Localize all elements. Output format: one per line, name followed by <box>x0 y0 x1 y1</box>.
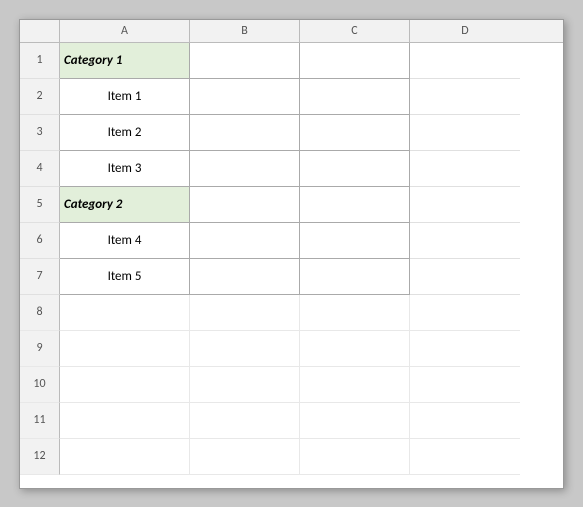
spreadsheet-window: A B C D 1Category 12Item 13Item 24Item 3… <box>19 19 564 489</box>
cell-b-row8[interactable] <box>190 295 300 331</box>
cell-b-row2[interactable] <box>190 79 300 115</box>
table-row[interactable]: 5Category 2 <box>20 187 563 223</box>
cell-d-row5[interactable] <box>410 187 520 223</box>
cell-a-row9[interactable] <box>60 331 190 367</box>
table-row[interactable]: 6Item 4 <box>20 223 563 259</box>
cell-b-row12[interactable] <box>190 439 300 475</box>
row-header: 9 <box>20 331 60 367</box>
rows-container: 1Category 12Item 13Item 24Item 35Categor… <box>20 43 563 488</box>
row-header: 8 <box>20 295 60 331</box>
cell-d-row3[interactable] <box>410 115 520 151</box>
cell-a-row8[interactable] <box>60 295 190 331</box>
cell-b-row7[interactable] <box>190 259 300 295</box>
cell-a-row6[interactable]: Item 4 <box>60 223 190 259</box>
row-header: 10 <box>20 367 60 403</box>
cell-a-row10[interactable] <box>60 367 190 403</box>
cell-d-row9[interactable] <box>410 331 520 367</box>
cell-c-row2[interactable] <box>300 79 410 115</box>
cell-d-row1[interactable] <box>410 43 520 79</box>
row-header: 11 <box>20 403 60 439</box>
cell-a-row11[interactable] <box>60 403 190 439</box>
row-header: 5 <box>20 187 60 223</box>
table-row[interactable]: 2Item 1 <box>20 79 563 115</box>
table-row[interactable]: 7Item 5 <box>20 259 563 295</box>
cell-a-row7[interactable]: Item 5 <box>60 259 190 295</box>
grid-container: A B C D 1Category 12Item 13Item 24Item 3… <box>20 20 563 488</box>
table-row[interactable]: 12 <box>20 439 563 475</box>
col-header-row: A B C D <box>20 20 563 43</box>
col-header-a[interactable]: A <box>60 20 190 42</box>
cell-c-row3[interactable] <box>300 115 410 151</box>
cell-a-row5[interactable]: Category 2 <box>60 187 190 223</box>
cell-b-row11[interactable] <box>190 403 300 439</box>
table-row[interactable]: 9 <box>20 331 563 367</box>
cell-b-row6[interactable] <box>190 223 300 259</box>
corner-cell <box>20 20 60 42</box>
cell-a-row1[interactable]: Category 1 <box>60 43 190 79</box>
cell-c-row4[interactable] <box>300 151 410 187</box>
cell-d-row11[interactable] <box>410 403 520 439</box>
cell-a-row4[interactable]: Item 3 <box>60 151 190 187</box>
cell-c-row5[interactable] <box>300 187 410 223</box>
cell-a-row12[interactable] <box>60 439 190 475</box>
cell-d-row10[interactable] <box>410 367 520 403</box>
table-row[interactable]: 11 <box>20 403 563 439</box>
table-row[interactable]: 1Category 1 <box>20 43 563 79</box>
cell-b-row4[interactable] <box>190 151 300 187</box>
row-header: 3 <box>20 115 60 151</box>
row-header: 6 <box>20 223 60 259</box>
table-row[interactable]: 10 <box>20 367 563 403</box>
row-header: 12 <box>20 439 60 475</box>
cell-d-row12[interactable] <box>410 439 520 475</box>
col-header-d[interactable]: D <box>410 20 520 42</box>
cell-b-row9[interactable] <box>190 331 300 367</box>
row-header: 7 <box>20 259 60 295</box>
cell-c-row10[interactable] <box>300 367 410 403</box>
cell-a-row3[interactable]: Item 2 <box>60 115 190 151</box>
cell-b-row1[interactable] <box>190 43 300 79</box>
col-header-b[interactable]: B <box>190 20 300 42</box>
cell-c-row1[interactable] <box>300 43 410 79</box>
row-header: 2 <box>20 79 60 115</box>
cell-c-row12[interactable] <box>300 439 410 475</box>
table-row[interactable]: 4Item 3 <box>20 151 563 187</box>
cell-d-row4[interactable] <box>410 151 520 187</box>
cell-c-row8[interactable] <box>300 295 410 331</box>
row-header: 1 <box>20 43 60 79</box>
cell-d-row8[interactable] <box>410 295 520 331</box>
table-row[interactable]: 3Item 2 <box>20 115 563 151</box>
row-header: 4 <box>20 151 60 187</box>
cell-d-row6[interactable] <box>410 223 520 259</box>
table-row[interactable]: 8 <box>20 295 563 331</box>
cell-d-row2[interactable] <box>410 79 520 115</box>
cell-d-row7[interactable] <box>410 259 520 295</box>
col-header-c[interactable]: C <box>300 20 410 42</box>
cell-c-row6[interactable] <box>300 223 410 259</box>
cell-a-row2[interactable]: Item 1 <box>60 79 190 115</box>
cell-c-row7[interactable] <box>300 259 410 295</box>
cell-c-row9[interactable] <box>300 331 410 367</box>
cell-b-row5[interactable] <box>190 187 300 223</box>
cell-b-row3[interactable] <box>190 115 300 151</box>
cell-c-row11[interactable] <box>300 403 410 439</box>
cell-b-row10[interactable] <box>190 367 300 403</box>
